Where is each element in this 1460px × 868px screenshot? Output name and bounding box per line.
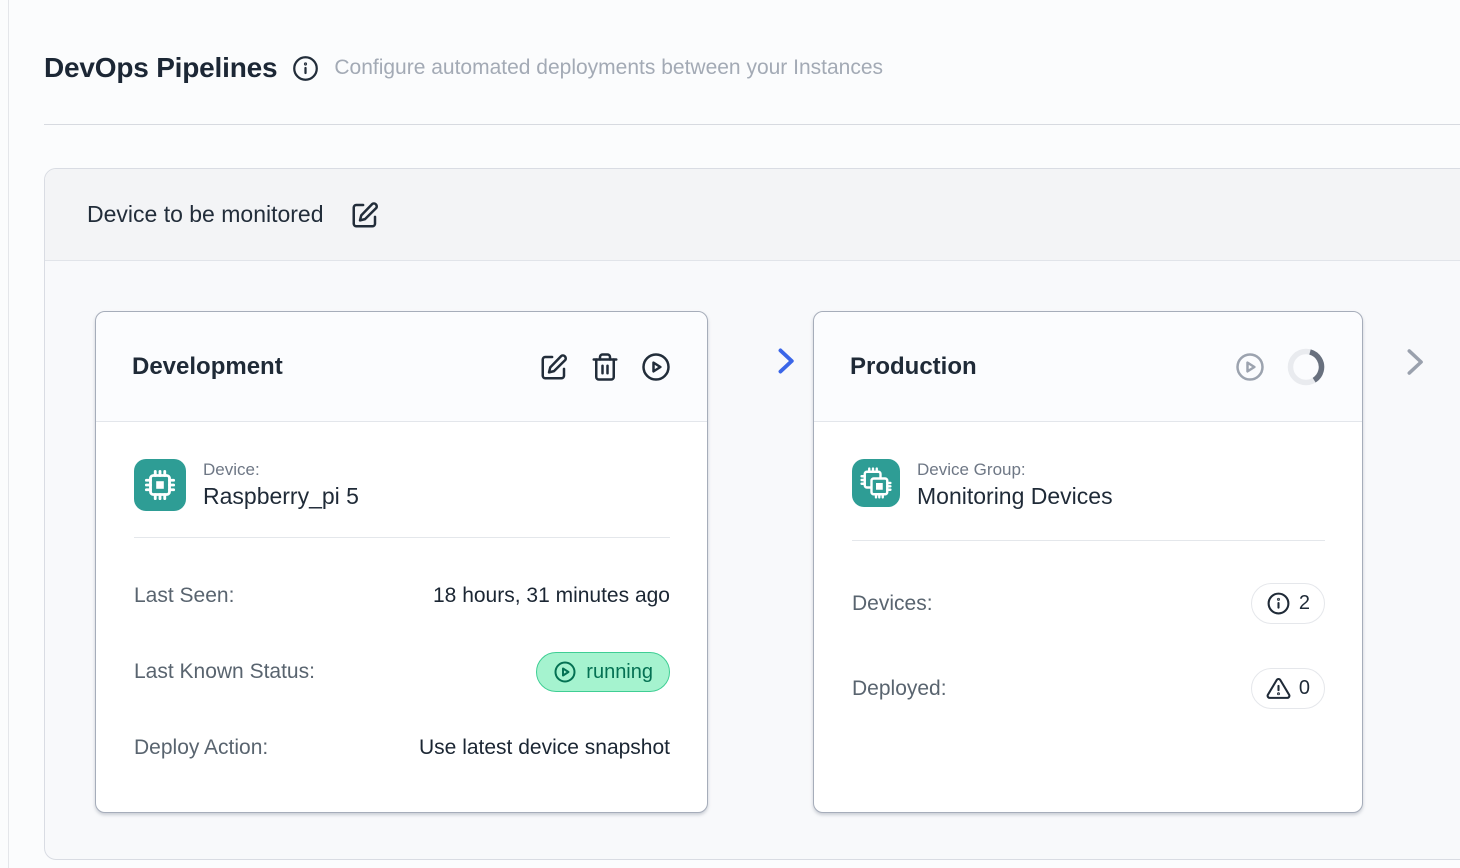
status-label: Last Known Status: — [134, 660, 315, 684]
play-circle-icon — [553, 660, 577, 684]
info-icon[interactable] — [292, 55, 319, 82]
device-group-name: Monitoring Devices — [917, 483, 1113, 510]
header-divider — [44, 124, 1460, 125]
last-seen-value: 18 hours, 31 minutes ago — [433, 584, 670, 608]
edit-stage-icon[interactable] — [539, 352, 569, 382]
scroll-right-chevron-icon[interactable] — [1395, 343, 1433, 384]
deploy-action-value: Use latest device snapshot — [419, 736, 670, 760]
loading-spinner-icon — [1286, 347, 1326, 387]
stage-title: Development — [132, 353, 539, 381]
devices-count: 2 — [1299, 592, 1310, 615]
left-edge-divider — [8, 0, 9, 868]
device-group-row: Device Group: Monitoring Devices — [852, 459, 1325, 510]
last-seen-label: Last Seen: — [134, 584, 234, 608]
last-seen-row: Last Seen: 18 hours, 31 minutes ago — [134, 584, 670, 608]
deployed-count: 0 — [1299, 677, 1310, 700]
production-card-header: Production — [814, 312, 1362, 422]
status-badge-text: running — [586, 661, 653, 684]
production-card-body: Device Group: Monitoring Devices Devices… — [814, 422, 1362, 709]
warning-triangle-icon — [1266, 676, 1291, 701]
run-stage-icon[interactable] — [641, 352, 671, 382]
page-subtitle: Configure automated deployments between … — [334, 56, 883, 80]
run-stage-disabled-icon — [1235, 352, 1265, 382]
devices-row: Devices: 2 — [852, 583, 1325, 624]
pipeline-panel-header: Device to be monitored — [45, 169, 1460, 261]
device-group-meta: Device Group: Monitoring Devices — [917, 459, 1113, 510]
device-group-label: Device Group: — [917, 460, 1113, 480]
info-circle-icon — [1266, 591, 1291, 616]
pipeline-stages: Development — [45, 261, 1460, 860]
development-actions — [539, 352, 671, 382]
chip-group-icon — [852, 459, 900, 507]
devices-count-badge[interactable]: 2 — [1251, 583, 1325, 624]
device-meta: Device: Raspberry_pi 5 — [203, 459, 359, 510]
deployed-count-badge[interactable]: 0 — [1251, 668, 1325, 709]
page-title: DevOps Pipelines — [44, 52, 277, 84]
deploy-action-label: Deploy Action: — [134, 736, 268, 760]
development-card-body: Device: Raspberry_pi 5 Last Seen: 18 hou… — [96, 422, 707, 760]
stage-title: Production — [850, 353, 1235, 381]
card-body-divider — [852, 540, 1325, 541]
status-row: Last Known Status: running — [134, 652, 670, 692]
device-name: Raspberry_pi 5 — [203, 483, 359, 510]
pipeline-name: Device to be monitored — [87, 201, 324, 228]
device-label: Device: — [203, 460, 359, 480]
status-badge: running — [536, 652, 670, 692]
page-header: DevOps Pipelines Configure automated dep… — [44, 52, 883, 84]
edit-pipeline-icon[interactable] — [350, 200, 380, 230]
stage-flow-chevron-icon — [767, 343, 803, 384]
stage-card-production: Production — [813, 311, 1363, 813]
development-card-header: Development — [96, 312, 707, 422]
deployed-row: Deployed: 0 — [852, 668, 1325, 709]
card-body-divider — [134, 537, 670, 538]
delete-stage-icon[interactable] — [590, 352, 620, 382]
deployed-label: Deployed: — [852, 677, 947, 701]
chip-icon — [134, 459, 186, 511]
production-actions — [1235, 347, 1326, 387]
pipeline-panel: Device to be monitored Development — [44, 168, 1460, 860]
devices-label: Devices: — [852, 592, 933, 616]
device-row: Device: Raspberry_pi 5 — [134, 459, 670, 511]
stage-card-development: Development — [95, 311, 708, 813]
deploy-action-row: Deploy Action: Use latest device snapsho… — [134, 736, 670, 760]
